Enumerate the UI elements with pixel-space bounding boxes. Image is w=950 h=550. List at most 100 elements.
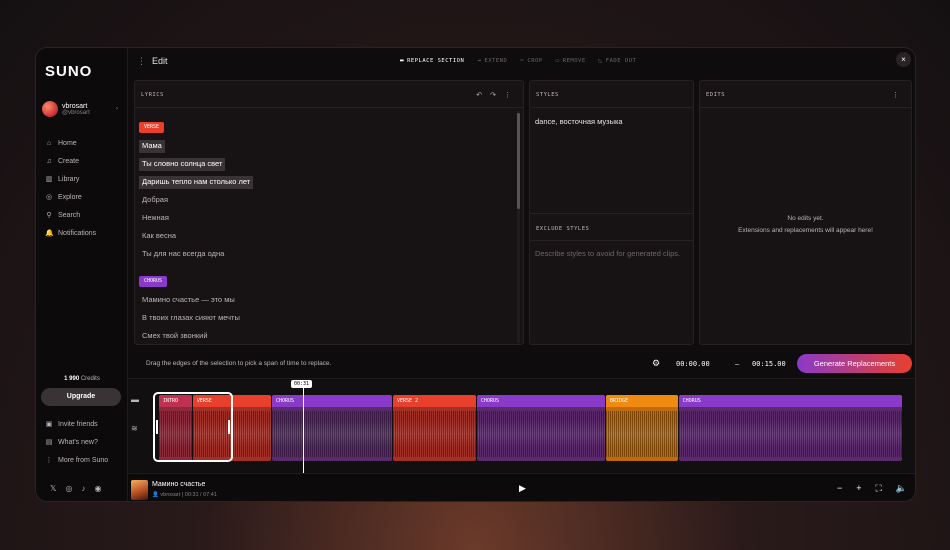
timeline-segment[interactable]: CHORUS bbox=[476, 395, 606, 461]
timeline-segment[interactable]: BRIDGE bbox=[606, 395, 678, 461]
scrollbar-thumb[interactable] bbox=[517, 113, 520, 209]
sidebar-item-what-s-new[interactable]: ▤ What's new? bbox=[45, 433, 108, 451]
sidebar-item-more-from-suno[interactable]: ⋮ More from Suno bbox=[45, 451, 109, 469]
timeline-segment[interactable]: VERSE 2 bbox=[393, 395, 476, 461]
selection-box[interactable] bbox=[153, 392, 233, 462]
playhead-time: 00:31 bbox=[291, 380, 313, 388]
page-title-text: Edit bbox=[152, 56, 168, 66]
segment-label: CHORUS bbox=[678, 395, 902, 407]
segment-waveform bbox=[476, 411, 606, 457]
tiktok-icon[interactable]: ♪ bbox=[81, 484, 85, 493]
tab-extend[interactable]: ⇥ EXTEND bbox=[477, 57, 507, 64]
lyrics-body[interactable]: VERSE Мама Ты словно солнца свет Даришь теп… bbox=[139, 115, 515, 345]
timeline-segment[interactable]: CHORUS bbox=[271, 395, 392, 461]
instagram-icon[interactable]: ◎ bbox=[65, 484, 72, 493]
sidebar-item-library[interactable]: ▥ Library bbox=[45, 170, 96, 188]
tab-remove[interactable]: ▭ REMOVE bbox=[556, 57, 586, 64]
lyric-line[interactable]: В твоих глазах сияют мечты bbox=[139, 313, 240, 322]
selection-left-handle[interactable] bbox=[156, 420, 158, 434]
lyric-line-row: Ты словно солнца свет bbox=[139, 153, 515, 171]
avatar bbox=[42, 101, 58, 117]
sidebar-item-create[interactable]: ♫ Create bbox=[45, 152, 96, 170]
upgrade-button[interactable]: Upgrade bbox=[41, 388, 121, 406]
gear-icon[interactable]: ⚙ bbox=[652, 358, 660, 369]
lyric-line[interactable]: Ты для нас всегда одна bbox=[139, 249, 224, 258]
selection-hint: Drag the edges of the selection to pick … bbox=[146, 360, 332, 367]
timeline[interactable]: ▬ ≋ INTRO VERSE CHORUS VERSE 2 CHORUS BRIDGE C… bbox=[128, 378, 915, 474]
playhead[interactable] bbox=[303, 388, 304, 474]
tab-crop[interactable]: ✂ CROP bbox=[520, 57, 542, 64]
tab-fade-out[interactable]: ◺ FADE OUT bbox=[599, 57, 637, 64]
bell-icon: 🔔 bbox=[45, 230, 54, 237]
sidebar-item-notifications[interactable]: 🔔 Notifications bbox=[45, 224, 96, 242]
lyric-line[interactable]: Смех твой звонкий bbox=[139, 331, 208, 340]
lyric-line-row: Как ручей bbox=[139, 343, 515, 345]
more-options-icon[interactable]: ⋮ bbox=[892, 91, 899, 99]
lyric-line-row: Смех твой звонкий bbox=[139, 325, 515, 343]
time-separator: — bbox=[735, 360, 740, 368]
lyric-line[interactable]: Ты словно солнца свет bbox=[139, 158, 226, 171]
zoom-in-icon[interactable]: + bbox=[856, 483, 861, 494]
close-button[interactable]: × bbox=[896, 52, 911, 67]
lyric-line[interactable]: Нежная bbox=[139, 213, 169, 222]
divider bbox=[700, 107, 911, 108]
music-note-icon: ♫ bbox=[46, 157, 52, 165]
segment-waveform bbox=[606, 411, 678, 457]
lyric-line[interactable]: Как весна bbox=[139, 231, 176, 240]
lyrics-scrollbar[interactable] bbox=[517, 111, 520, 343]
zoom-out-icon[interactable]: − bbox=[837, 483, 842, 494]
fade-icon: ◺ bbox=[598, 57, 603, 64]
edits-panel: EDITS ⋮ No edits yet. Extensions and rep… bbox=[699, 80, 912, 345]
song-title[interactable]: Мамино счастье bbox=[152, 481, 205, 488]
sidebar-item-invite-friends[interactable]: ▣ Invite friends bbox=[45, 415, 108, 433]
lyric-line[interactable]: Добрая bbox=[139, 195, 168, 204]
divider bbox=[530, 107, 693, 108]
lyric-line[interactable]: Даришь тепло нам столько лет bbox=[139, 176, 254, 189]
styles-header: STYLES bbox=[536, 92, 559, 98]
album-cover[interactable] bbox=[131, 480, 148, 500]
styles-input[interactable]: dance, восточная музыка bbox=[535, 117, 623, 126]
play-icon[interactable]: ▶ bbox=[519, 483, 526, 494]
tab-replace-section[interactable]: ▬ REPLACE SECTION bbox=[400, 57, 464, 64]
undo-icon[interactable]: ↶ bbox=[476, 91, 482, 99]
segment-waveform bbox=[271, 411, 392, 457]
section-tag[interactable]: CHORUS bbox=[139, 276, 168, 287]
redo-icon[interactable]: ↷ bbox=[490, 91, 496, 99]
credits: 1 990 Credits bbox=[36, 376, 128, 382]
lyric-line-row: В твоих глазах сияют мечты bbox=[139, 307, 515, 325]
logo: SUNO bbox=[45, 63, 93, 80]
section-track[interactable]: INTRO VERSE CHORUS VERSE 2 CHORUS BRIDGE CHORU… bbox=[159, 395, 903, 461]
sidebar-item-search[interactable]: ⚲ Search bbox=[45, 206, 96, 224]
sidebar-item-explore[interactable]: ◎ Explore bbox=[45, 188, 96, 206]
song-artist[interactable]: vbrosart bbox=[160, 492, 180, 498]
volume-icon[interactable]: 🔈 bbox=[896, 483, 907, 494]
tab-label: REPLACE SECTION bbox=[407, 57, 465, 64]
generate-replacements-button[interactable]: Generate Replacements bbox=[797, 354, 912, 373]
edits-empty-title: No edits yet. bbox=[787, 215, 824, 222]
chevron-right-icon[interactable]: › bbox=[116, 106, 118, 112]
discord-icon[interactable]: ◉ bbox=[94, 484, 101, 493]
start-time: 00:00.00 bbox=[676, 360, 710, 368]
more-icon: ⋮ bbox=[45, 457, 53, 464]
end-time: 00:15.00 bbox=[752, 360, 786, 368]
sidebar-item-home[interactable]: ⌂ Home bbox=[45, 134, 96, 152]
edit-tabs: ▬ REPLACE SECTION ⇥ EXTEND ✂ CROP ▭ REMOVE ◺ FADE… bbox=[400, 57, 636, 64]
lyric-line[interactable]: Мамино счастье — это мы bbox=[139, 295, 235, 304]
more-options-icon[interactable]: ⋮ bbox=[504, 91, 511, 99]
x-icon[interactable]: 𝕏 bbox=[50, 484, 56, 493]
menu-dots-icon[interactable]: ⋮ bbox=[137, 56, 146, 66]
user-icon: 👤 bbox=[152, 492, 159, 498]
segment-label: CHORUS bbox=[476, 395, 606, 407]
lyric-line[interactable]: Мама bbox=[139, 140, 165, 153]
lyrics-header: LYRICS bbox=[141, 92, 164, 98]
section-tag[interactable]: VERSE bbox=[139, 122, 165, 133]
exclude-styles-input[interactable]: Describe styles to avoid for generated c… bbox=[535, 248, 685, 260]
nav-label: More from Suno bbox=[58, 456, 109, 464]
editor-window: SUNO vbrosart @vbrosart › ⌂ Home ♫ Create ▥ L… bbox=[35, 47, 916, 502]
selection-right-handle[interactable] bbox=[228, 420, 230, 434]
timeline-segment[interactable]: CHORUS bbox=[678, 395, 902, 461]
divider bbox=[135, 107, 523, 108]
user-handle: @vbrosart bbox=[62, 109, 90, 116]
user-profile[interactable]: vbrosart @vbrosart bbox=[42, 101, 90, 117]
fullscreen-icon[interactable]: ⛶ bbox=[875, 483, 881, 494]
